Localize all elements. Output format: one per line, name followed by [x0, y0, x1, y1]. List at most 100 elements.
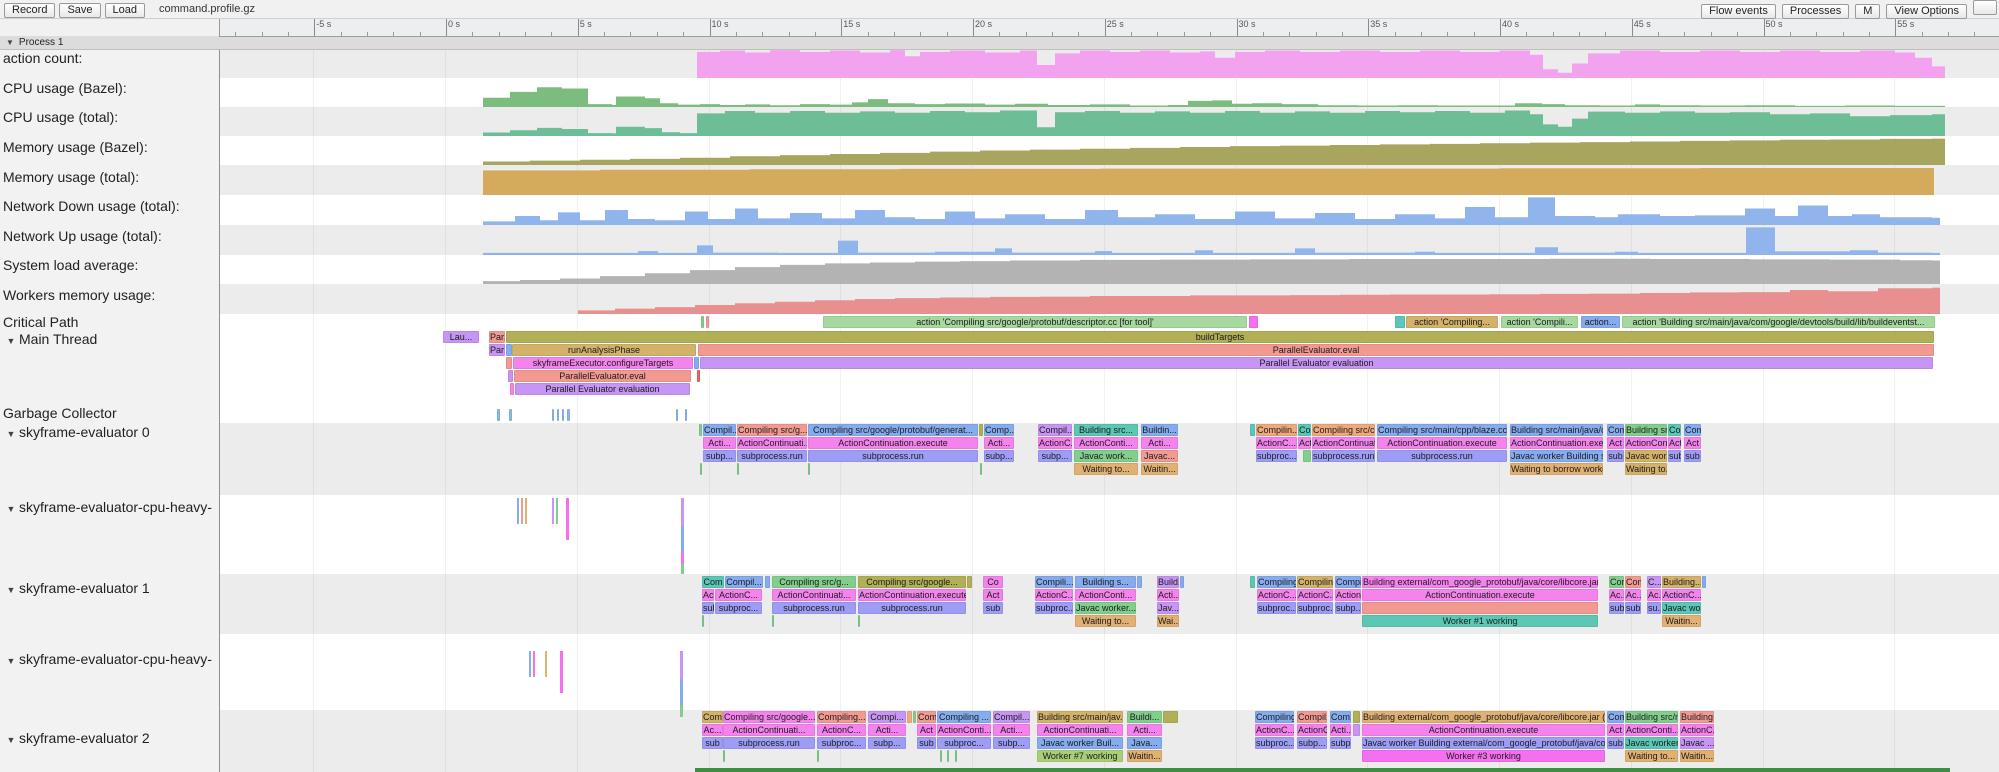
trace-event[interactable]: Build...	[1157, 576, 1179, 588]
trace-event[interactable]: Waiting to...	[1074, 463, 1138, 475]
trace-event[interactable]: ActionContinuation.execute	[858, 589, 966, 601]
trace-event[interactable]: Compiling...	[1255, 711, 1294, 723]
trace-event-sliver[interactable]	[556, 498, 558, 524]
trace-event-sliver[interactable]	[701, 316, 704, 328]
trace-event[interactable]: Javac wo...	[1662, 602, 1701, 614]
trace-event[interactable]: ActionContinuati...	[772, 589, 856, 601]
trace-event[interactable]: Comp...	[984, 424, 1014, 436]
timeline-ruler[interactable]: -5 s0 s5 s10 s15 s20 s25 s30 s35 s40 s45…	[219, 18, 1999, 37]
trace-event[interactable]: ActionC...	[1662, 589, 1701, 601]
trace-event[interactable]: Javac worker...	[1625, 737, 1678, 749]
trace-event-sliver[interactable]	[1137, 576, 1142, 588]
trace-event[interactable]: sub	[917, 737, 936, 749]
trace-event[interactable]: subproc...	[1255, 737, 1294, 749]
trace-event[interactable]: Java...	[1127, 737, 1162, 749]
trace-event[interactable]: Javac worker...	[1075, 602, 1136, 614]
record-button[interactable]: Record	[4, 3, 55, 18]
trace-event[interactable]: Compiling ...	[937, 711, 991, 723]
cpu-usage-bazel-chart[interactable]	[220, 78, 1999, 107]
m-button[interactable]: M	[1855, 4, 1880, 19]
trace-event[interactable]: Acti...	[993, 724, 1030, 736]
expand-arrow-skyframe-evaluator-2[interactable]: ▼	[3, 735, 19, 745]
trace-event-sliver[interactable]	[562, 409, 564, 421]
trace-event[interactable]: subp...	[1038, 450, 1072, 462]
trace-event[interactable]: Compiling src/g...	[772, 576, 856, 588]
trace-event[interactable]: Waiting to borrow worker	[1510, 463, 1603, 475]
trace-event-sliver[interactable]	[517, 498, 519, 524]
process-expand-arrow[interactable]: ▼	[6, 38, 14, 47]
trace-event-sliver[interactable]	[560, 651, 563, 693]
trace-event[interactable]: Waitin...	[1680, 750, 1714, 762]
trace-event-sliver[interactable]	[509, 409, 512, 421]
system-load-chart[interactable]	[220, 255, 1999, 284]
trace-event[interactable]: Building external/com_google_protobuf/ja…	[1362, 711, 1605, 723]
trace-event[interactable]: Javac...	[1141, 450, 1178, 462]
trace-event[interactable]: Com	[917, 711, 936, 723]
trace-event[interactable]: ActionC...	[1297, 724, 1327, 736]
trace-event[interactable]: Buildin...	[1141, 424, 1178, 436]
trace-event[interactable]: ActionC...	[817, 724, 866, 736]
trace-event[interactable]: Par	[489, 331, 505, 343]
trace-event-sliver[interactable]	[566, 498, 569, 540]
action-count-chart[interactable]	[220, 49, 1999, 78]
memory-usage-bazel-chart[interactable]	[220, 136, 1999, 165]
trace-event[interactable]: Co	[983, 576, 1003, 588]
trace-event-sliver[interactable]	[979, 424, 983, 436]
workers-memory-chart[interactable]	[220, 284, 1999, 314]
trace-event[interactable]: subp...	[1335, 602, 1361, 614]
trace-event-sliver[interactable]	[525, 498, 527, 524]
trace-event-sliver[interactable]	[699, 424, 702, 436]
trace-event[interactable]: Compiling src/g...	[737, 424, 807, 436]
trace-event[interactable]: ParallelEvaluator.eval	[698, 344, 1934, 356]
trace-event[interactable]: Compilin...	[1297, 576, 1333, 588]
trace-event[interactable]: ActionConti...	[1074, 437, 1138, 449]
trace-event[interactable]: sub	[1607, 737, 1624, 749]
trace-event[interactable]: Compil...	[1335, 576, 1361, 588]
trace-event[interactable]: ActionContinuation.execute	[1362, 589, 1598, 601]
trace-event[interactable]: subp...	[1297, 737, 1327, 749]
trace-event[interactable]: Com	[1607, 424, 1624, 436]
trace-event-sliver[interactable]	[681, 564, 684, 574]
trace-event-sliver[interactable]	[506, 357, 512, 369]
trace-event[interactable]: Javac ...	[1680, 737, 1714, 749]
trace-event-sliver[interactable]	[1353, 711, 1360, 723]
trace-event[interactable]: Compiling src/google...	[858, 576, 966, 588]
trace-event[interactable]: Acti...	[1330, 724, 1351, 736]
trace-event[interactable]: Acti...	[868, 724, 906, 736]
expand-arrow-skyframe-evaluator-0[interactable]: ▼	[3, 429, 19, 439]
trace-event-sliver[interactable]	[552, 498, 554, 524]
trace-event-sliver[interactable]	[765, 576, 770, 588]
trace-event[interactable]: Waiting to...	[1625, 750, 1678, 762]
trace-event[interactable]: ActionContinuati...	[723, 724, 815, 736]
trace-event[interactable]: Act	[1684, 437, 1701, 449]
trace-event[interactable]: Javac worker Buil...	[1037, 737, 1123, 749]
trace-event-sliver[interactable]	[700, 463, 702, 475]
trace-event[interactable]: ActionConti...	[1075, 589, 1136, 601]
trace-event[interactable]: ParallelEvaluator.eval	[514, 370, 691, 382]
trace-event[interactable]: Act	[1607, 724, 1624, 736]
trace-event[interactable]: Lau...	[443, 331, 479, 343]
trace-event-sliver[interactable]	[680, 679, 683, 705]
trace-event[interactable]: action...	[1581, 316, 1620, 328]
trace-event[interactable]: subprocess.run	[808, 450, 978, 462]
trace-event[interactable]: Com	[1607, 711, 1624, 723]
trace-event-sliver[interactable]	[1303, 450, 1311, 462]
trace-event-sliver[interactable]	[681, 498, 684, 526]
trace-event[interactable]: skyframeExecutor.configureTargets	[513, 357, 693, 369]
trace-event[interactable]: Com	[1609, 576, 1624, 588]
trace-event[interactable]: Par	[489, 344, 505, 356]
trace-event[interactable]: ActionContinuation.execute	[1377, 437, 1507, 449]
trace-event-sliver[interactable]	[858, 615, 860, 627]
trace-event[interactable]: Building s...	[1075, 576, 1136, 588]
flow-events-button[interactable]: Flow events	[1701, 4, 1776, 19]
trace-event-sliver[interactable]	[694, 357, 699, 369]
trace-event[interactable]: Compil...	[725, 576, 763, 588]
trace-event[interactable]: Building ...	[1680, 711, 1714, 723]
trace-event[interactable]: Parallel Evaluator evaluation	[515, 383, 690, 395]
trace-event[interactable]: Act	[917, 724, 936, 736]
trace-event[interactable]: Wai...	[1157, 615, 1179, 627]
trace-event[interactable]: Ac...	[1609, 589, 1624, 601]
trace-event[interactable]: Parallel Evaluator evaluation	[700, 357, 1933, 369]
network-up-chart[interactable]	[220, 225, 1999, 255]
trace-event[interactable]: Compiling src/core/...	[1312, 424, 1375, 436]
